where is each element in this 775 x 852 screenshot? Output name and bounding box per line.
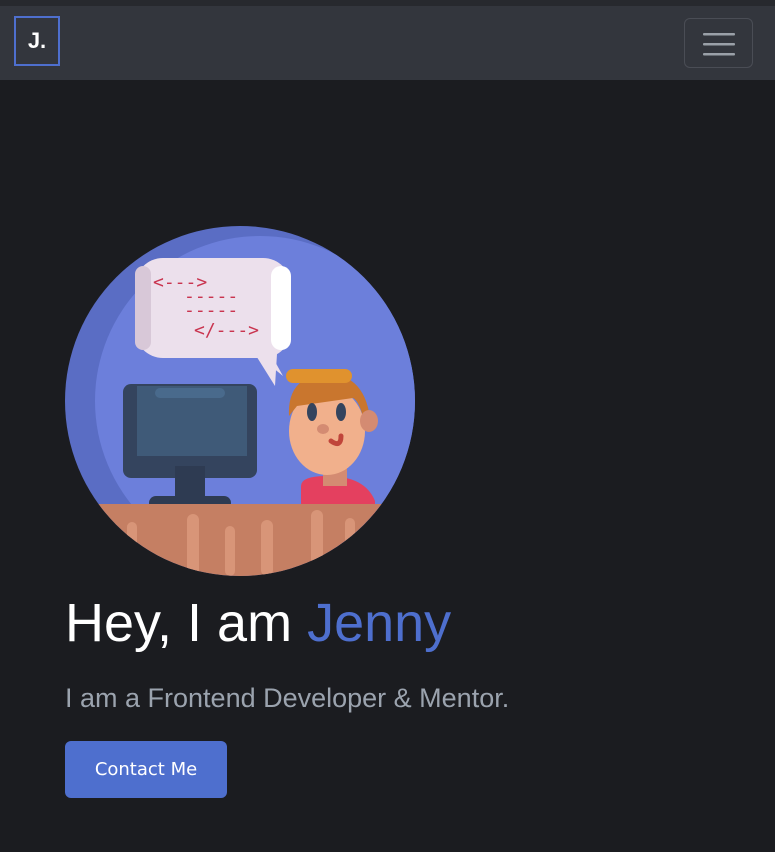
code-line-4: </---> bbox=[194, 320, 259, 341]
hero-subtitle: I am a Frontend Developer & Mentor. bbox=[65, 683, 510, 713]
code-line-3: ----- bbox=[184, 300, 238, 321]
hero-title: Hey, I am Jenny bbox=[65, 588, 451, 658]
hero-title-prefix: Hey, I am bbox=[65, 593, 308, 653]
contact-me-button[interactable]: Contact Me bbox=[65, 741, 227, 798]
brand-logo[interactable]: J. bbox=[14, 16, 60, 66]
navbar: J. bbox=[0, 6, 775, 80]
hero-title-name: Jenny bbox=[307, 593, 452, 653]
hamburger-menu-icon bbox=[703, 33, 735, 56]
developer-illustration: <---> ----- ----- </---> bbox=[65, 226, 415, 576]
navbar-toggler-button[interactable] bbox=[684, 18, 753, 68]
